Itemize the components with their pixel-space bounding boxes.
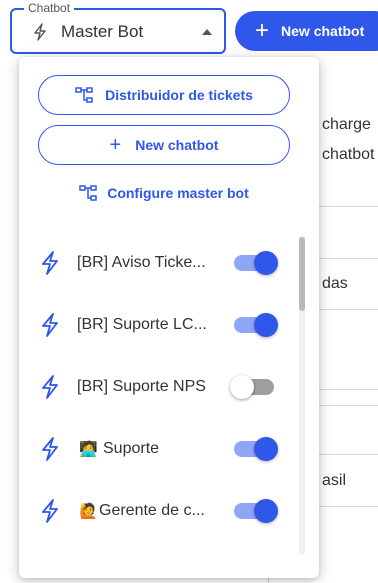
bot-emoji: 🧑‍💻 [79, 441, 98, 458]
new-chatbot-dropdown-button[interactable]: + New chatbot [38, 125, 290, 165]
bg-divider [319, 206, 378, 207]
bg-divider [319, 389, 378, 390]
bot-list-item[interactable]: 🙋 Gerente de c... [19, 480, 319, 542]
bg-divider [319, 454, 378, 455]
chatbot-select[interactable]: Chatbot Master Bot [10, 1, 226, 54]
bg-divider [319, 405, 378, 406]
bot-name: [BR] Suporte NPS [77, 378, 206, 395]
bot-list: [BR] Aviso Ticke... [BR] Suporte LC... [… [19, 232, 319, 542]
bolt-icon [39, 313, 61, 337]
bot-toggle[interactable] [234, 250, 278, 276]
bot-name: [BR] Suporte LC... [77, 316, 207, 333]
plus-icon: + [109, 134, 122, 156]
bot-list-item[interactable]: 🧑‍💻 Suporte [19, 418, 319, 480]
bg-text-chatbot: chatbot [322, 146, 375, 163]
bolt-icon [39, 251, 61, 275]
bg-divider [319, 506, 378, 507]
bot-toggle[interactable] [234, 436, 278, 462]
new-chatbot-button-label: New chatbot [281, 23, 365, 39]
chatbot-select-label: Chatbot [24, 1, 75, 15]
bot-name: [BR] Aviso Ticke... [77, 254, 206, 271]
tree-icon [79, 185, 97, 201]
scrollbar-thumb[interactable] [299, 237, 305, 311]
caret-up-icon [202, 29, 212, 35]
configure-master-bot-button[interactable]: Configure master bot [38, 181, 290, 205]
bg-divider [319, 258, 378, 259]
distributor-button[interactable]: Distribuidor de tickets [38, 75, 290, 115]
distributor-button-label: Distribuidor de tickets [105, 87, 253, 103]
bot-name: Suporte [103, 440, 160, 457]
bolt-icon [32, 23, 48, 41]
bot-list-item[interactable]: [BR] Suporte NPS [19, 356, 319, 418]
bg-divider [319, 309, 378, 310]
bot-toggle[interactable] [234, 498, 278, 524]
bot-toggle[interactable] [230, 374, 278, 400]
configure-master-bot-label: Configure master bot [107, 185, 249, 201]
new-chatbot-button[interactable]: + New chatbot [235, 11, 378, 51]
bot-emoji: 🙋 [79, 503, 98, 520]
bg-text-charge: charge [322, 116, 371, 133]
bolt-icon [39, 437, 61, 461]
bolt-icon [39, 375, 61, 399]
bg-cell-das: das [322, 275, 348, 292]
chatbot-dropdown: Distribuidor de tickets + New chatbot Co… [19, 57, 319, 578]
bolt-icon [39, 499, 61, 523]
tree-icon [75, 87, 93, 103]
bot-list-item[interactable]: [BR] Aviso Ticke... [19, 232, 319, 294]
bot-list-item[interactable]: [BR] Suporte LC... [19, 294, 319, 356]
bot-name: Gerente de c... [99, 502, 205, 519]
bot-toggle[interactable] [234, 312, 278, 338]
plus-icon: + [255, 17, 270, 44]
bg-cell-asil: asil [322, 472, 347, 489]
new-chatbot-dropdown-label: New chatbot [135, 137, 219, 153]
chatbot-select-value: Master Bot [61, 22, 144, 41]
